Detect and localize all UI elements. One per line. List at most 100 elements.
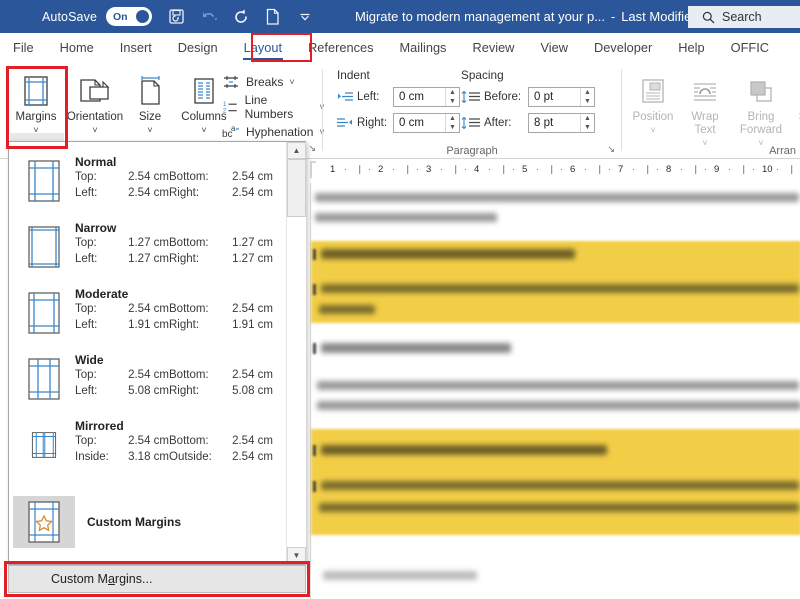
preset-right-label: Right: <box>169 384 200 397</box>
ruler-minor-tick: · <box>704 164 707 174</box>
bring-forward-button-label: Bring Forward <box>739 111 783 136</box>
preset-name: Normal <box>75 155 117 169</box>
ruler-minor-tick: · <box>392 164 395 174</box>
preset-left-value: 2.54 cm <box>128 186 169 199</box>
preset-left-value: 1.91 cm <box>128 318 169 331</box>
tab-layout[interactable]: Layout <box>231 33 295 63</box>
scroll-down-button[interactable]: ▼ <box>287 547 306 564</box>
bring-forward-icon <box>745 72 777 108</box>
tab-insert[interactable]: Insert <box>107 33 165 63</box>
autosave-label: AutoSave <box>42 9 98 24</box>
preset-left-label: Left: <box>75 186 98 199</box>
redo-icon[interactable] <box>230 6 251 27</box>
ruler-tick: 3 <box>426 164 432 175</box>
preset-bottom-value: 2.54 cm <box>232 303 273 315</box>
margins-preset-custom[interactable]: Custom Margins <box>13 494 281 550</box>
indent-right-stepper[interactable]: ▲ ▼ <box>445 114 459 132</box>
chevron-down-icon: ˅ <box>201 125 207 135</box>
preset-values: Top: 2.54 cm Bottom: 2.54 cm Inside: 3.18 cm O… <box>75 434 281 465</box>
ruler-minor-tick: ❘ <box>500 164 508 174</box>
preset-right-value: 1.27 cm <box>232 252 273 265</box>
ruler-tick: 10 <box>762 164 773 175</box>
scrollbar-thumb[interactable] <box>287 159 306 217</box>
toggle-knob <box>136 10 150 23</box>
tab-file[interactable]: File <box>0 33 47 63</box>
save-icon[interactable] <box>166 6 187 27</box>
new-doc-icon[interactable] <box>262 6 283 27</box>
undo-icon[interactable] <box>198 6 219 27</box>
preset-bottom-value: 1.27 cm <box>232 237 273 249</box>
margins-preset-narrow[interactable]: Narrow Top: 1.27 cm Bottom: 1.27 cm Left: 1.27… <box>13 214 281 280</box>
margins-preset-mirrored[interactable]: Mirrored Top: 2.54 cm Bottom: 2.54 cm Inside:… <box>13 412 281 478</box>
margin-preview-mirrored-icon <box>13 412 75 478</box>
scroll-up-button[interactable]: ▲ <box>287 142 306 159</box>
doc-text-line <box>319 503 799 512</box>
tab-view[interactable]: View <box>527 33 581 63</box>
preset-left-value: 5.08 cm <box>128 384 169 397</box>
customize-qat-icon[interactable] <box>294 6 315 27</box>
bring-forward-button[interactable]: Bring Forward ˅ <box>730 67 792 150</box>
breaks-button[interactable]: Breaks ˅ <box>222 69 325 94</box>
position-button[interactable]: Position ˅ <box>626 67 680 150</box>
custom-margins-command[interactable]: Custom Margins... <box>8 565 306 593</box>
wrap-text-button[interactable]: Wrap Text ˅ <box>680 67 730 150</box>
indent-right-input[interactable]: 0 cm ▲ ▼ <box>393 113 460 133</box>
preset-top-value: 2.54 cm <box>128 303 169 315</box>
paragraph-dialog-launcher[interactable]: ↘ <box>607 144 615 155</box>
line-numbers-button[interactable]: 12 Line Numbers ˅ <box>222 93 325 121</box>
preset-right-value: 5.08 cm <box>232 384 273 397</box>
preset-right-value: 2.54 cm <box>232 450 273 463</box>
spacing-before-row: Before: 0 pt ▲ ▼ <box>461 86 595 108</box>
margins-preset-wide[interactable]: Wide Top: 2.54 cm Bottom: 2.54 cm Left: 5.08 c… <box>13 346 281 412</box>
spacing-before-input[interactable]: 0 pt ▲ ▼ <box>528 87 595 107</box>
preset-top-label: Top: <box>75 303 97 315</box>
tab-mailings[interactable]: Mailings <box>387 33 460 63</box>
preset-bottom-value: 2.54 cm <box>232 171 273 183</box>
ruler-minor-tick: · <box>464 164 467 174</box>
preset-top-label: Top: <box>75 369 97 381</box>
ruler-minor-tick: ❘ <box>548 164 556 174</box>
scrollbar-track[interactable] <box>287 159 306 547</box>
ruler-minor-tick: ❘ <box>788 164 796 174</box>
ruler-minor-tick: ❘ <box>692 164 700 174</box>
margins-preset-list: Normal Top: 2.54 cm Bottom: 2.54 cm Left: 2.54… <box>9 142 287 564</box>
ribbon-tabs: File Home Insert Design Layout References Mail… <box>0 33 800 63</box>
dropdown-scrollbar[interactable]: ▲ ▼ <box>286 142 306 564</box>
size-button[interactable]: Size ˅ <box>126 67 174 137</box>
page-setup-dialog-launcher[interactable]: ↘ <box>308 143 316 154</box>
tab-design[interactable]: Design <box>165 33 231 63</box>
spacing-after-input[interactable]: 8 pt ▲ ▼ <box>528 113 595 133</box>
margins-button[interactable]: Margins ˅ <box>8 67 64 137</box>
preset-bottom-label: Bottom: <box>169 369 209 381</box>
tab-help[interactable]: Help <box>665 33 717 63</box>
doc-bullet <box>313 284 316 295</box>
orientation-button-label: Orientation <box>66 111 124 123</box>
margins-dropdown-menu[interactable]: Normal Top: 2.54 cm Bottom: 2.54 cm Left: 2.54… <box>8 141 306 565</box>
doc-bullet <box>313 343 316 354</box>
indent-right-row: Right: 0 cm ▲ ▼ <box>337 112 460 134</box>
send-backward-button[interactable]: Send Back <box>792 67 800 150</box>
margins-preset-normal[interactable]: Normal Top: 2.54 cm Bottom: 2.54 cm Left: 2.54… <box>13 148 281 214</box>
ribbon-group-arrange: Position ˅ Wrap Text ˅ Bring Forward ˅ A… <box>622 63 800 158</box>
margins-preset-moderate[interactable]: Moderate Top: 2.54 cm Bottom: 2.54 cm Left: 1.… <box>13 280 281 346</box>
ruler-minor-tick: · <box>344 164 347 174</box>
autosave-state-label: On <box>113 10 128 23</box>
tab-references[interactable]: References <box>295 33 386 63</box>
indent-left-input[interactable]: 0 cm ▲ ▼ <box>393 87 460 107</box>
ruler-minor-tick: · <box>776 164 779 174</box>
tab-offic[interactable]: OFFIC <box>718 33 782 63</box>
horizontal-ruler[interactable]: 1 · ❘ · 2 · ❘ · 3 · ❘ · 4 · ❘ · 5 · ❘ · 6 · ❘ · 7 · ❘ · 8 · ❘ · 9 · ❘ · 10 · ❘… <box>312 163 800 178</box>
columns-icon <box>187 72 221 108</box>
indent-right-icon <box>337 117 352 127</box>
spacing-before-stepper[interactable]: ▲ ▼ <box>580 88 594 106</box>
indent-left-stepper[interactable]: ▲ ▼ <box>445 88 459 106</box>
search-input[interactable]: Search <box>688 6 800 28</box>
orientation-button[interactable]: Orientation ˅ <box>64 67 126 137</box>
tab-review[interactable]: Review <box>459 33 527 63</box>
columns-button[interactable]: Columns ˅ <box>174 67 234 137</box>
tab-developer[interactable]: Developer <box>581 33 665 63</box>
autosave-toggle[interactable]: On <box>106 7 153 26</box>
spacing-after-stepper[interactable]: ▲ ▼ <box>580 114 594 132</box>
tab-home[interactable]: Home <box>47 33 107 63</box>
document-page[interactable] <box>310 183 800 599</box>
